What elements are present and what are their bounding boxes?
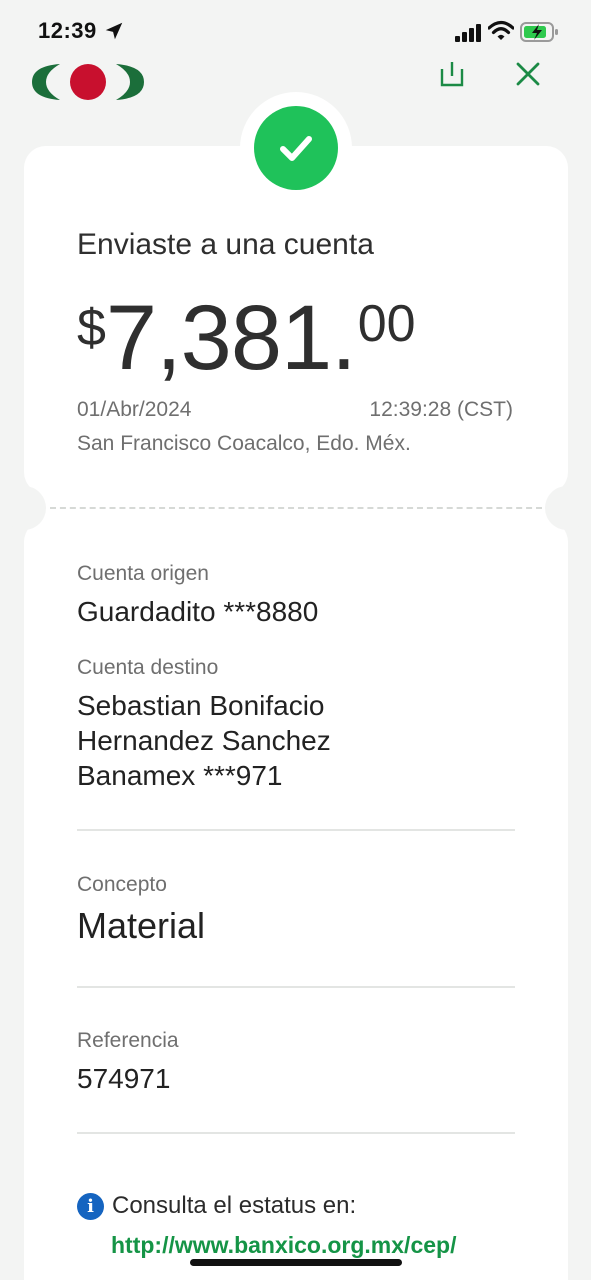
status-time: 12:39 [38, 18, 97, 43]
status-info-text: Consulta el estatus en: [112, 1192, 357, 1219]
ticket-tear-line [50, 507, 542, 509]
section-divider [77, 986, 515, 988]
section-divider [77, 829, 515, 831]
wifi-icon [488, 20, 514, 40]
bank-logo [32, 64, 144, 100]
ticket-notch-right [545, 486, 589, 530]
origin-account-label: Cuenta origen [77, 562, 209, 585]
destination-account-label: Cuenta destino [77, 656, 219, 679]
reference-value: 574971 [77, 1063, 171, 1094]
banxico-cep-link[interactable]: http://www.banxico.org.mx/cep/ [111, 1232, 456, 1259]
concept-label: Concepto [77, 873, 167, 896]
section-divider [77, 1132, 515, 1134]
origin-account-value: Guardadito ***8880 [77, 596, 319, 627]
transfer-date: 01/Abr/2024 [77, 398, 192, 421]
destination-name-line-1: Sebastian Bonifacio [77, 690, 325, 721]
home-indicator[interactable] [190, 1259, 402, 1266]
close-button[interactable] [510, 56, 546, 92]
concept-value: Material [77, 905, 206, 946]
destination-bank-account: Banamex ***971 [77, 760, 283, 791]
location-arrow-icon [105, 22, 123, 40]
share-button[interactable] [434, 56, 470, 92]
close-icon [516, 62, 540, 86]
receipt-title: Enviaste a una cuenta [77, 228, 374, 261]
amount-integer: 7,381. [105, 287, 357, 389]
cellular-signal-icon [455, 24, 481, 42]
transfer-amount: $ 7,381. 00 [77, 290, 416, 386]
battery-charging-icon [520, 22, 558, 42]
transfer-location: San Francisco Coacalco, Edo. Méx. [77, 432, 411, 455]
reference-label: Referencia [77, 1029, 179, 1052]
amount-currency: $ [77, 299, 106, 357]
info-icon: i [77, 1192, 104, 1220]
share-icon [440, 62, 464, 87]
status-info-row: i Consulta el estatus en: [77, 1192, 356, 1220]
ticket-notch-left [2, 486, 46, 530]
receipt-card-bottom [24, 520, 568, 1280]
status-bar: 12:39 [0, 0, 591, 60]
amount-cents: 00 [357, 295, 416, 353]
destination-name-line-2: Hernandez Sanchez [77, 725, 331, 756]
transfer-time: 12:39:28 (CST) [369, 398, 513, 421]
success-check-icon [254, 106, 338, 190]
